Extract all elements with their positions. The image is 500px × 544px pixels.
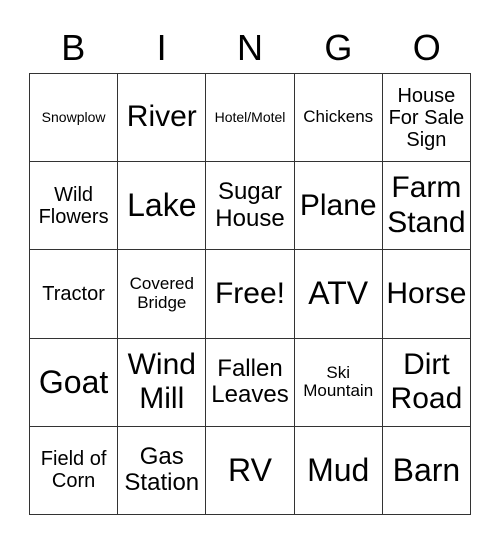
bingo-cell[interactable]: Ski Mountain: [294, 338, 383, 427]
bingo-cell[interactable]: Goat: [30, 338, 119, 427]
bingo-cell[interactable]: House For Sale Sign: [382, 74, 471, 163]
bingo-cell[interactable]: Fallen Leaves: [206, 338, 295, 427]
header-letter-b: B: [61, 27, 86, 68]
header-letter-n: N: [236, 27, 263, 68]
bingo-cell[interactable]: Gas Station: [118, 426, 207, 515]
bingo-cell[interactable]: Sugar House: [206, 162, 295, 251]
bingo-cell[interactable]: ATV: [294, 250, 383, 339]
bingo-cell[interactable]: Lake: [118, 162, 207, 251]
header-letter-g: G: [324, 27, 353, 68]
bingo-cell[interactable]: Wind Mill: [118, 338, 207, 427]
bingo-cell[interactable]: Farm Stand: [382, 162, 471, 251]
bingo-cell[interactable]: Mud: [294, 426, 383, 515]
bingo-cell-free[interactable]: Free!: [206, 250, 295, 339]
bingo-cell[interactable]: Chickens: [294, 74, 383, 163]
bingo-cell[interactable]: River: [118, 74, 207, 163]
bingo-cell[interactable]: Field of Corn: [30, 426, 119, 515]
bingo-cell[interactable]: Snowplow: [30, 74, 119, 163]
header-letter-i: I: [156, 27, 167, 68]
bingo-cell[interactable]: Horse: [382, 250, 471, 339]
bingo-cell[interactable]: Plane: [294, 162, 383, 251]
bingo-grid: Snowplow River Hotel/Motel Chickens Hous…: [29, 73, 471, 515]
bingo-cell[interactable]: Barn: [382, 426, 471, 515]
bingo-cell[interactable]: Hotel/Motel: [206, 74, 295, 163]
bingo-header: B I N G O: [29, 24, 471, 72]
bingo-cell[interactable]: Tractor: [30, 250, 119, 339]
header-letter-o: O: [412, 27, 441, 68]
bingo-cell[interactable]: Covered Bridge: [118, 250, 207, 339]
bingo-cell[interactable]: RV: [206, 426, 295, 515]
bingo-cell[interactable]: Wild Flowers: [30, 162, 119, 251]
bingo-cell[interactable]: Dirt Road: [382, 338, 471, 427]
